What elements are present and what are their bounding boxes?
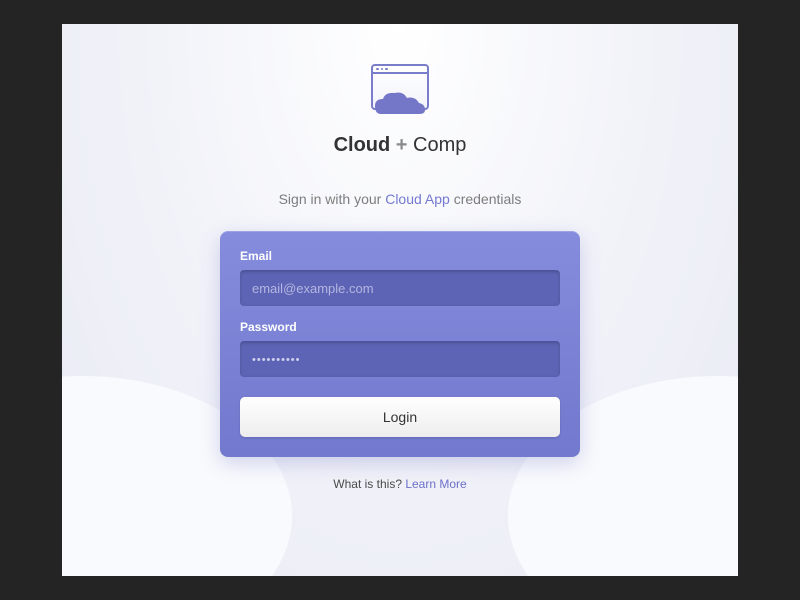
footer-question: What is this? <box>333 477 405 491</box>
page-title: Cloud + Comp <box>334 134 467 157</box>
email-label: Email <box>240 249 560 263</box>
title-plus: + <box>390 134 413 156</box>
title-part1: Cloud <box>334 134 391 156</box>
subtitle-suffix: credentials <box>450 191 522 207</box>
app-logo-icon <box>367 64 433 120</box>
login-button[interactable]: Login <box>240 397 560 437</box>
signin-subtitle: Sign in with your Cloud App credentials <box>279 191 522 207</box>
subtitle-prefix: Sign in with your <box>279 191 386 207</box>
title-part2: Comp <box>413 134 466 156</box>
cloud-app-link[interactable]: Cloud App <box>385 191 450 207</box>
email-field[interactable] <box>240 270 560 306</box>
learn-more-link[interactable]: Learn More <box>405 477 466 491</box>
password-label: Password <box>240 320 560 334</box>
password-field[interactable]: •••••••••• <box>240 341 560 377</box>
footer-text: What is this? Learn More <box>333 477 466 491</box>
login-form-card: Email Password •••••••••• Login <box>220 231 580 457</box>
